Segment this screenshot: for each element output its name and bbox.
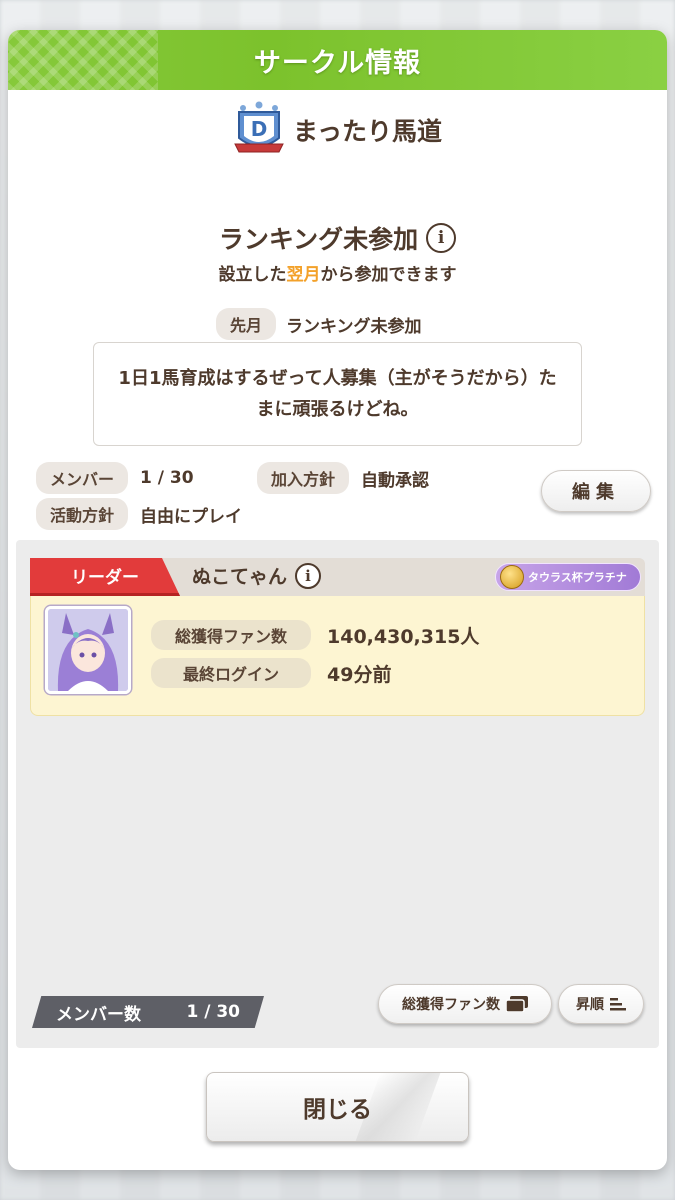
ranking-subtitle-accent: 翌月	[286, 265, 321, 285]
ranking-info-icon[interactable]: i	[426, 223, 457, 253]
fans-label: 総獲得ファン数	[151, 620, 311, 650]
ranking-status-row: ランキング未参加 i	[8, 220, 667, 256]
rank-d-badge-icon: D	[234, 101, 284, 153]
leader-info-icon[interactable]: i	[295, 562, 322, 589]
title-badge[interactable]: タウラス杯プラチナ	[495, 563, 641, 591]
rank-letter: D	[251, 117, 268, 141]
ranking-subtitle-pre: 設立した	[218, 265, 287, 285]
medal-icon	[500, 565, 524, 589]
join-policy-label: 加入方針	[257, 462, 350, 494]
login-row: 最終ログイン 49分前	[151, 658, 391, 688]
sort-list-icon	[506, 996, 528, 1012]
leader-body: 総獲得ファン数 140,430,315人 最終ログイン 49分前	[30, 596, 645, 716]
circle-description: 1日1馬育成はするぜって人募集（主がそうだから）たまに頑張るけどね。	[93, 342, 582, 446]
close-button-label: 閉じる	[303, 1097, 372, 1123]
fans-value: 140,430,315人	[327, 625, 480, 648]
member-count-value: 1 / 30	[186, 1002, 240, 1022]
members-panel: リーダー ぬこてゃん i タウラス杯プラチナ 総獲得ファン数 140,430,3…	[16, 540, 659, 1048]
last-month-value: ランキング未参加	[286, 316, 422, 337]
activity-label: 活動方針	[36, 498, 129, 530]
sort-key-button[interactable]: 総獲得ファン数	[378, 984, 552, 1024]
last-month-row: 先月 ランキング未参加	[216, 308, 422, 340]
sort-key-label: 総獲得ファン数	[402, 997, 500, 1013]
login-value: 49分前	[327, 663, 392, 686]
leader-name: ぬこてゃん	[192, 566, 288, 588]
fans-row: 総獲得ファン数 140,430,315人	[151, 620, 479, 650]
dialog-title: サークル情報	[253, 47, 422, 79]
member-row: メンバー 1 / 30 加入方針 自動承認	[36, 462, 429, 494]
login-label: 最終ログイン	[151, 658, 311, 688]
leader-name-row: ぬこてゃん i	[192, 562, 322, 589]
ascending-order-icon	[610, 998, 626, 1011]
member-count-label: メンバー数	[56, 1004, 141, 1025]
character-portrait-icon	[48, 609, 128, 691]
circle-name: まったり馬道	[292, 117, 442, 146]
last-month-label: 先月	[216, 308, 277, 340]
circle-name-row: D まったり馬道	[8, 100, 667, 160]
sort-order-label: 昇順	[576, 997, 604, 1013]
ranking-subtitle-post: から参加できます	[320, 265, 457, 285]
member-value: 1 / 30	[140, 468, 194, 488]
member-count-bar: メンバー数 1 / 30	[32, 996, 264, 1028]
leader-tag: リーダー	[30, 558, 180, 596]
activity-row: 活動方針 自由にプレイ	[36, 498, 242, 530]
close-button[interactable]: 閉じる	[206, 1072, 469, 1142]
ranking-subtitle: 設立した翌月から参加できます	[8, 260, 667, 285]
leader-card[interactable]: リーダー ぬこてゃん i タウラス杯プラチナ 総獲得ファン数 140,430,3…	[30, 558, 645, 716]
dialog-header: サークル情報	[8, 30, 667, 90]
circle-info-dialog: サークル情報 D まったり馬道 ランキング未参加 i 設立した翌月から参加できま…	[8, 30, 667, 1170]
ranking-status: ランキング未参加	[218, 225, 419, 254]
sort-order-button[interactable]: 昇順	[558, 984, 644, 1024]
activity-value: 自由にプレイ	[140, 506, 243, 527]
join-policy-value: 自動承認	[361, 470, 430, 491]
edit-button[interactable]: 編集	[541, 470, 651, 512]
member-label: メンバー	[36, 462, 129, 494]
leader-avatar[interactable]	[45, 606, 131, 694]
title-badge-text: タウラス杯プラチナ	[528, 571, 627, 584]
